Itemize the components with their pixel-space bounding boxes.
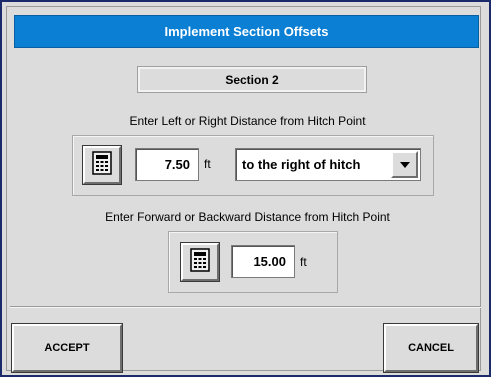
divider bbox=[10, 306, 481, 308]
section-label: Section 2 bbox=[137, 66, 367, 93]
lateral-calculator-button[interactable] bbox=[82, 145, 122, 185]
lateral-prompt: Enter Left or Right Distance from Hitch … bbox=[129, 114, 366, 128]
dropdown-button[interactable] bbox=[391, 151, 418, 178]
dialog-title: Implement Section Offsets bbox=[14, 15, 479, 48]
lateral-distance-input[interactable]: 7.50 bbox=[135, 148, 199, 181]
longitudinal-prompt: Enter Forward or Backward Distance from … bbox=[105, 210, 390, 224]
accept-button[interactable]: ACCEPT bbox=[11, 323, 123, 373]
lateral-unit: ft bbox=[204, 157, 211, 171]
direction-select[interactable]: to the right of hitch bbox=[235, 148, 421, 181]
longitudinal-unit: ft bbox=[300, 255, 307, 269]
chevron-down-icon bbox=[399, 161, 410, 168]
direction-select-value: to the right of hitch bbox=[242, 157, 361, 172]
calculator-icon bbox=[92, 150, 112, 180]
longitudinal-distance-input[interactable]: 15.00 bbox=[231, 245, 295, 278]
longitudinal-calculator-button[interactable] bbox=[180, 242, 220, 282]
calculator-icon bbox=[190, 247, 210, 277]
cancel-button[interactable]: CANCEL bbox=[383, 323, 479, 373]
